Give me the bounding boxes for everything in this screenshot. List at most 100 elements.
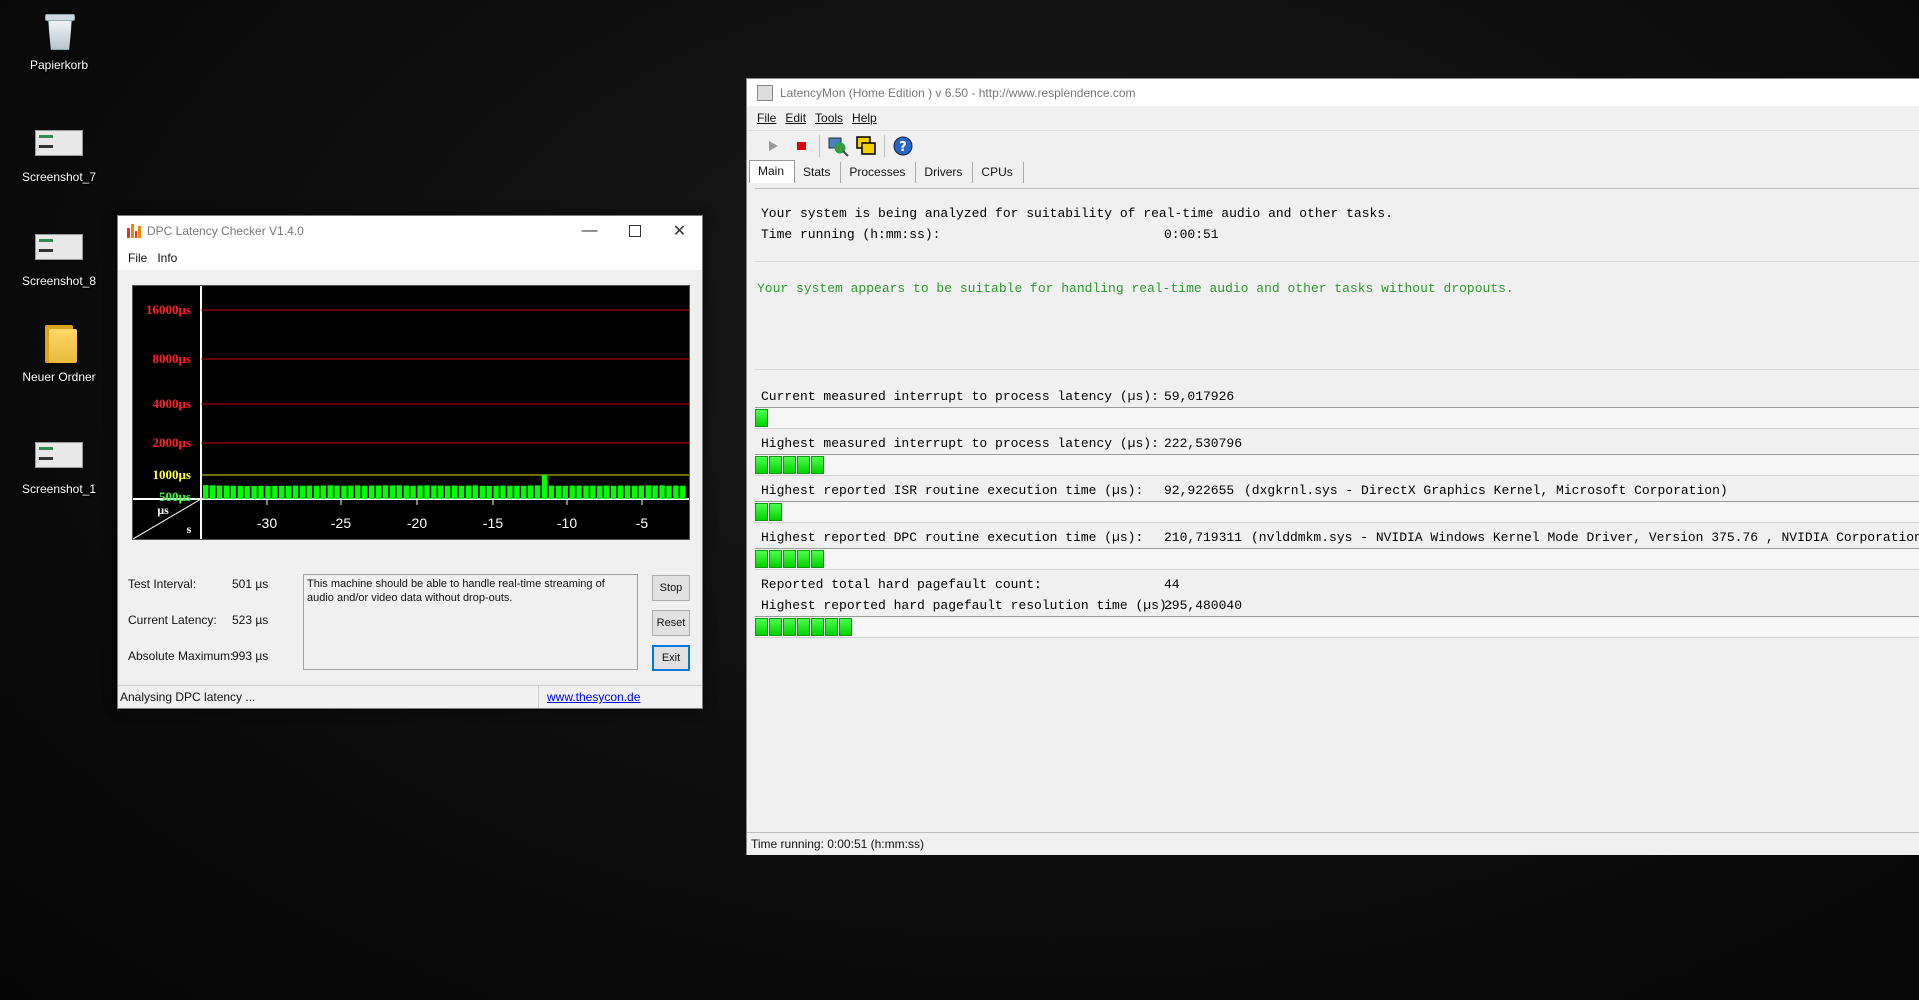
verdict-text: Your system appears to be suitable for h… xyxy=(757,281,1514,296)
desktop-icon-recycle-bin[interactable]: Papierkorb xyxy=(18,8,100,72)
meter-fill xyxy=(755,503,783,521)
menu-help[interactable]: Help xyxy=(852,111,886,125)
exit-button[interactable]: Exit xyxy=(652,645,690,671)
desktop-icon-neuer-ordner[interactable]: Neuer Ordner xyxy=(18,320,100,384)
meter-segment xyxy=(769,550,782,568)
tab-processes[interactable]: Processes xyxy=(841,162,917,183)
latency-bar xyxy=(265,486,271,499)
menu-info[interactable]: Info xyxy=(155,251,185,265)
lm-status-bar: Time running: 0:00:51 (h:mm:ss) xyxy=(747,832,1919,855)
stop-button[interactable]: Stop xyxy=(652,575,690,601)
metric-label: Current measured interrupt to process la… xyxy=(761,389,1159,404)
desktop-icon-screenshot-8[interactable]: Screenshot_8 xyxy=(18,224,100,288)
minimize-icon: — xyxy=(581,222,598,239)
latency-bar xyxy=(438,485,444,499)
thesycon-link[interactable]: www.thesycon.de xyxy=(547,690,640,704)
menu-edit[interactable]: Edit xyxy=(785,111,815,125)
latency-bar xyxy=(652,485,658,499)
lm-title-bar[interactable]: LatencyMon (Home Edition ) v 6.50 - http… xyxy=(747,79,1919,106)
meter-segment xyxy=(755,618,768,636)
dpc-result-message: This machine should be able to handle re… xyxy=(303,574,638,670)
latency-bar xyxy=(327,485,333,499)
pagefault-count-label: Reported total hard pagefault count: xyxy=(761,577,1042,592)
start-button[interactable] xyxy=(759,133,787,159)
latency-bar xyxy=(631,485,638,499)
latency-bar xyxy=(445,485,451,499)
meter-segment xyxy=(755,550,768,568)
dpc-chart-svg: 16000µs 8000µs 4000µs 2000µs 1000µs 500µs -30 -… xyxy=(133,286,689,539)
desktop-icon-screenshot-1[interactable]: Screenshot_1 xyxy=(18,432,100,496)
latency-bar xyxy=(341,485,347,499)
meter-segment xyxy=(755,409,768,427)
x-tick-label: -20 xyxy=(407,515,427,531)
maximize-icon xyxy=(628,225,641,237)
meter-segment xyxy=(755,456,768,474)
desktop-icon-label: Screenshot_7 xyxy=(21,170,97,184)
meter-fill xyxy=(755,456,825,474)
latency-bar xyxy=(410,485,416,499)
latency-bar xyxy=(534,485,541,499)
meter-segment xyxy=(797,550,810,568)
latency-bar xyxy=(258,485,264,499)
latency-bar xyxy=(562,485,568,499)
metric-value: 59,017926 xyxy=(1164,389,1235,404)
metric-label: Highest reported DPC routine execution t… xyxy=(761,530,1144,545)
close-button[interactable]: ✕ xyxy=(657,216,702,246)
reset-button[interactable]: Reset xyxy=(652,610,690,636)
dpc-title-bar[interactable]: DPC Latency Checker V1.4.0 — ✕ xyxy=(118,216,702,246)
menu-tools[interactable]: Tools xyxy=(815,111,852,125)
absolute-maximum-label: Absolute Maximum: xyxy=(128,649,234,663)
help-button[interactable]: ? xyxy=(889,133,917,159)
maximize-button[interactable] xyxy=(612,216,657,246)
latency-bar xyxy=(244,486,250,499)
stop-icon xyxy=(797,142,806,150)
tab-stats[interactable]: Stats xyxy=(795,162,842,183)
meter-fill xyxy=(755,618,853,636)
dpc-latency-checker-window: DPC Latency Checker V1.4.0 — ✕ File Info… xyxy=(117,215,703,709)
latency-bar xyxy=(355,485,361,499)
tab-main[interactable]: Main xyxy=(749,160,796,183)
desktop-icon-screenshot-7[interactable]: Screenshot_7 xyxy=(18,120,100,184)
latency-bar xyxy=(382,485,389,499)
y-tick-label: 500µs xyxy=(159,489,191,504)
stop-monitoring-button[interactable] xyxy=(787,133,815,159)
metric-label: Highest measured interrupt to process la… xyxy=(761,436,1159,451)
analyze-button[interactable] xyxy=(824,133,852,159)
tab-drivers[interactable]: Drivers xyxy=(916,162,974,183)
latency-bar xyxy=(617,485,624,499)
menu-file[interactable]: File xyxy=(757,111,785,125)
dpc-app-icon xyxy=(127,224,141,238)
latency-bar xyxy=(493,485,499,499)
windows-icon xyxy=(856,136,876,155)
latency-bar xyxy=(680,485,686,499)
analyze-icon xyxy=(828,137,849,157)
current-latency-label: Current Latency: xyxy=(128,613,217,627)
metric-detail: (dxgkrnl.sys - DirectX Graphics Kernel, … xyxy=(1244,483,1728,498)
latency-bar xyxy=(403,485,409,499)
screenshot-file-icon xyxy=(35,130,83,156)
latency-bar xyxy=(209,485,216,499)
tab-cpus[interactable]: CPUs xyxy=(973,162,1024,183)
latency-bar xyxy=(292,485,299,499)
menu-file[interactable]: File xyxy=(126,251,155,265)
windows-button[interactable] xyxy=(852,133,880,159)
metric-meter xyxy=(755,501,1919,523)
metric-value: 92,922655 xyxy=(1164,483,1235,498)
play-icon xyxy=(769,141,778,151)
meter-segment xyxy=(797,456,810,474)
latency-bar xyxy=(348,485,354,499)
pagefault-time-value: 295,480040 xyxy=(1164,598,1243,613)
metric-value: 222,530796 xyxy=(1164,436,1243,451)
latency-bar xyxy=(216,485,223,499)
minimize-button[interactable]: — xyxy=(567,216,612,246)
latency-bar xyxy=(362,485,368,499)
desktop-icon-label: Papierkorb xyxy=(29,58,89,72)
x-tick-label: -30 xyxy=(257,515,277,531)
latency-bar xyxy=(479,485,485,499)
meter-segment xyxy=(783,550,796,568)
test-interval-value: 501 µs xyxy=(232,577,269,591)
desktop-icon-label: Screenshot_8 xyxy=(21,274,97,288)
meter-segment xyxy=(755,503,768,521)
y-tick-label: 8000µs xyxy=(152,351,191,366)
latency-bar xyxy=(673,485,679,499)
